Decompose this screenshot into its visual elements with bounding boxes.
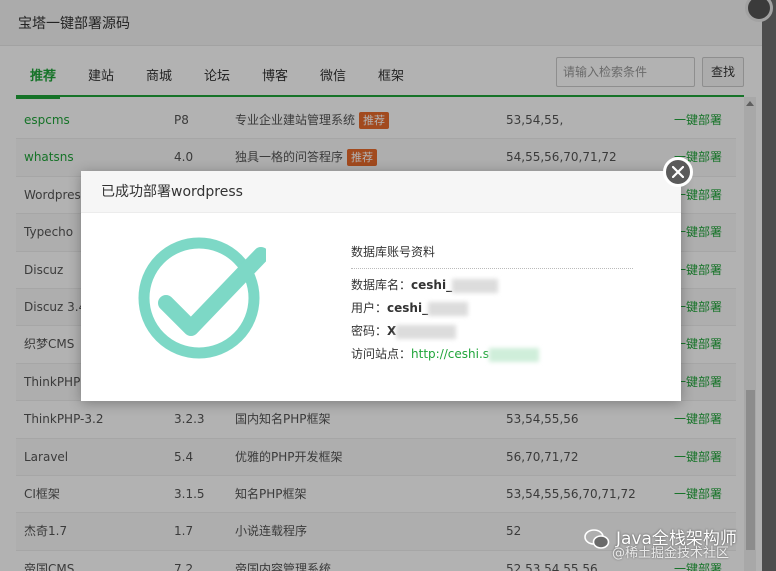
success-check-icon <box>138 237 266 359</box>
watermark: Java全栈架构师 @稀土掘金技术社区 <box>582 522 767 562</box>
db-password-value: X <box>387 324 397 338</box>
db-name-value: ceshi_ <box>411 278 453 292</box>
site-url-label: 访问站点： <box>351 347 412 361</box>
watermark-community: @稀土掘金技术社区 <box>612 546 730 561</box>
popup-close-button[interactable] <box>663 157 693 187</box>
popup-title: 已成功部署wordpress <box>81 171 681 213</box>
db-name-label: 数据库名： <box>351 278 412 292</box>
redaction-blur <box>428 301 469 316</box>
db-password-line: 密码：X <box>351 322 633 339</box>
db-user-value: ceshi_ <box>387 301 429 315</box>
redaction-blur <box>396 324 457 339</box>
db-info-panel: 数据库账号资料 数据库名：ceshi_ 用户：ceshi_ 密码：X 访问站点：… <box>351 243 633 362</box>
db-user-line: 用户：ceshi_ <box>351 299 633 316</box>
success-popup: 已成功部署wordpress 数据库账号资料 数据库名：ceshi_ 用户：ce… <box>81 171 681 401</box>
site-url-link[interactable]: http://ceshi.s <box>411 347 489 361</box>
db-name-line: 数据库名：ceshi_ <box>351 276 633 293</box>
wechat-icon <box>584 529 610 549</box>
close-icon <box>672 166 684 178</box>
redaction-blur <box>489 347 540 362</box>
redaction-blur <box>452 278 499 293</box>
db-user-label: 用户： <box>351 301 388 315</box>
db-password-label: 密码： <box>351 324 388 338</box>
site-url-line: 访问站点：http://ceshi.s <box>351 345 633 362</box>
db-info-title: 数据库账号资料 <box>351 243 633 269</box>
